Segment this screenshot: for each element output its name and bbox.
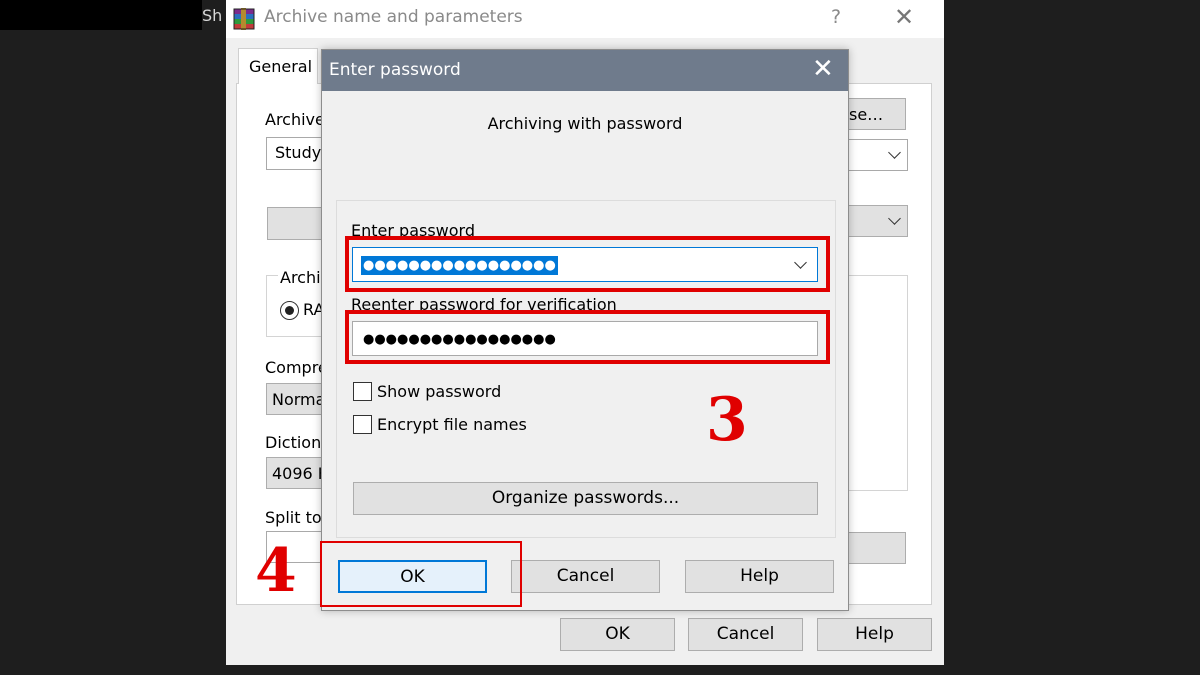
rar-radio[interactable] <box>280 301 299 320</box>
options-group-box <box>846 275 908 491</box>
parent-dialog-title: Archive name and parameters <box>264 7 523 27</box>
top-black-strip <box>0 0 202 30</box>
help-question-icon[interactable]: ? <box>831 6 841 28</box>
background-window-title-fragment: Sh <box>202 6 223 25</box>
encrypt-file-names-checkbox[interactable] <box>353 415 372 434</box>
organize-passwords-button[interactable]: Organize passwords... <box>353 482 818 515</box>
browse-button[interactable]: se… <box>844 98 906 130</box>
set-password-button[interactable] <box>846 532 906 564</box>
parent-ok-button[interactable]: OK <box>560 618 675 651</box>
highlight-box-reenter-password <box>345 310 830 364</box>
parent-cancel-button[interactable]: Cancel <box>688 618 803 651</box>
password-cancel-button[interactable]: Cancel <box>511 560 660 593</box>
password-dialog-title: Enter password <box>329 60 461 80</box>
parent-help-button[interactable]: Help <box>817 618 932 651</box>
highlight-box-enter-password <box>345 236 830 292</box>
archive-name-label: Archive <box>265 110 325 129</box>
compression-method-label: Compre <box>265 358 328 377</box>
chevron-down-icon <box>888 212 901 225</box>
parent-close-icon[interactable]: ✕ <box>894 3 914 31</box>
chevron-down-icon <box>888 146 901 159</box>
archive-name-dropdown[interactable] <box>846 139 908 171</box>
password-dialog-title-bar: Enter password ✕ <box>322 50 848 91</box>
compression-method-select[interactable]: Norma <box>266 383 324 415</box>
password-dialog-close-icon[interactable]: ✕ <box>812 54 834 84</box>
show-password-checkbox[interactable] <box>353 382 372 401</box>
password-help-button[interactable]: Help <box>685 560 834 593</box>
tab-general[interactable]: General <box>238 48 318 84</box>
show-password-label[interactable]: Show password <box>377 382 501 401</box>
winrar-books-icon <box>231 6 257 32</box>
highlight-box-ok-button <box>320 541 522 607</box>
archiving-with-password-heading: Archiving with password <box>487 114 683 133</box>
encrypt-file-names-label[interactable]: Encrypt file names <box>377 415 527 434</box>
split-volumes-label: Split to <box>265 508 322 527</box>
update-mode-dropdown[interactable] <box>846 205 908 237</box>
step-number-3: 3 <box>706 385 748 455</box>
parent-title-bar: Archive name and parameters ? ✕ <box>226 0 944 38</box>
dictionary-size-select[interactable]: 4096 K <box>266 457 324 489</box>
profiles-button[interactable] <box>267 207 325 240</box>
step-number-4: 4 <box>255 536 297 606</box>
archive-name-input[interactable]: Study <box>266 137 324 170</box>
